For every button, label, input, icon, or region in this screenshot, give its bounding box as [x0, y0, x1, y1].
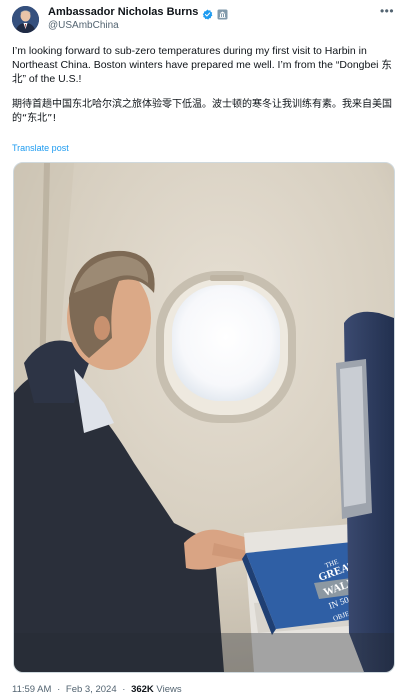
tweet-text-chinese: 期待首趟中国东北哈尔滨之旅体验零下低温。波士顿的寒冬让我训练有素。我来自美国的“…: [12, 99, 392, 124]
tweet-photo[interactable]: THE GREAT WALL IN 50 OBJECTS: [13, 162, 395, 673]
display-name[interactable]: Ambassador Nicholas Burns: [48, 6, 198, 18]
government-badge-icon: [217, 7, 228, 19]
views-count: 362K: [131, 684, 154, 695]
tweet-text-english: I’m looking forward to sub-zero temperat…: [12, 45, 392, 85]
separator: ·: [57, 684, 61, 695]
avatar-image: [12, 6, 39, 33]
verified-checkmark-icon: [202, 7, 213, 20]
tweet-body: I’m looking forward to sub-zero temperat…: [12, 44, 397, 126]
post-date[interactable]: Feb 3, 2024: [66, 684, 117, 695]
tweet-meta: 11:59 AM · Feb 3, 2024 · 362K Views: [12, 684, 182, 695]
photo-airplane-window: THE GREAT WALL IN 50 OBJECTS: [14, 163, 394, 672]
separator: ·: [122, 684, 126, 695]
name-row: Ambassador Nicholas Burns: [48, 6, 228, 20]
airplane-window: [156, 271, 296, 423]
avatar[interactable]: [12, 6, 39, 33]
views-label: Views: [156, 684, 182, 695]
translate-post-link[interactable]: Translate post: [12, 143, 69, 153]
more-options-icon[interactable]: •••: [379, 5, 395, 17]
tweet-header: Ambassador Nicholas Burns @USAmbChina ••…: [0, 0, 407, 40]
post-time[interactable]: 11:59 AM: [12, 684, 51, 695]
user-handle[interactable]: @USAmbChina: [48, 20, 119, 31]
